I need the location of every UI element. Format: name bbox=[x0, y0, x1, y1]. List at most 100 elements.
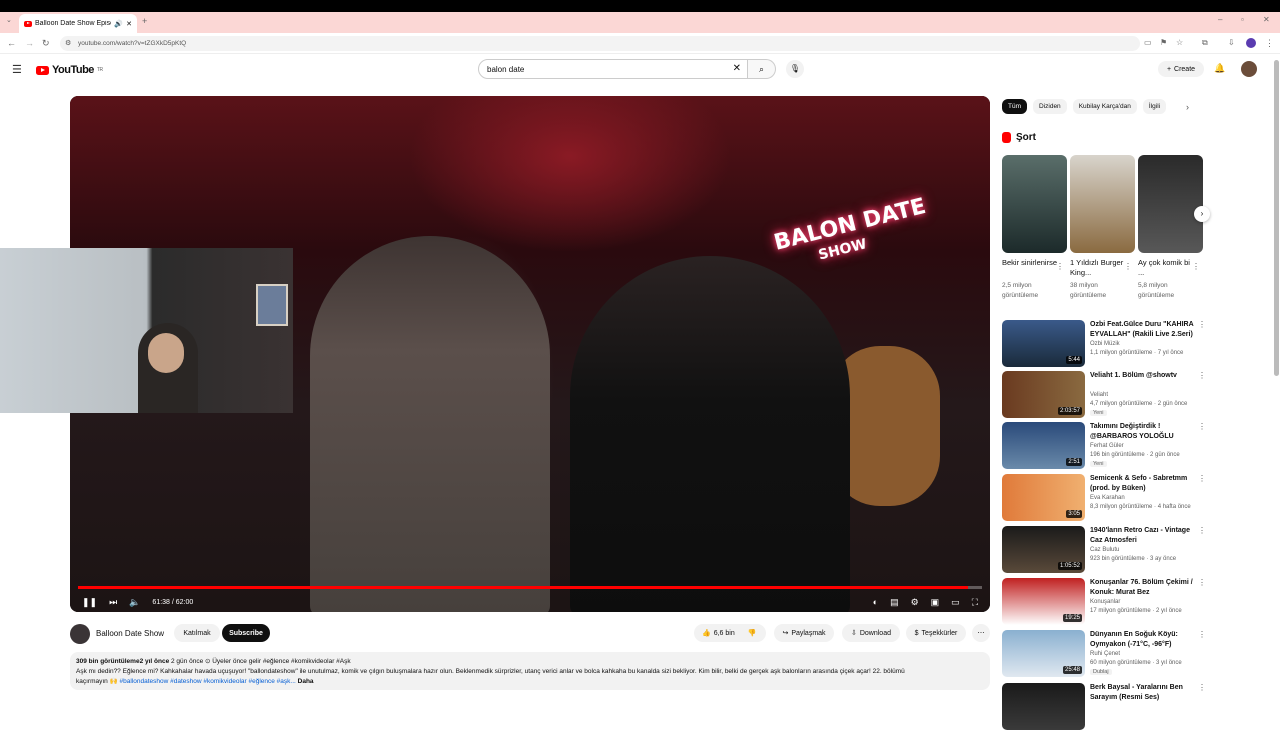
chip-related[interactable]: İlgili bbox=[1142, 99, 1167, 114]
extensions-icon[interactable]: ⧉ bbox=[1202, 38, 1208, 48]
video-menu-icon[interactable]: ⋮ bbox=[1198, 526, 1206, 535]
downloads-icon[interactable]: ⇩ bbox=[1228, 38, 1235, 47]
page-scrollbar[interactable] bbox=[1274, 60, 1279, 376]
theater-mode-icon[interactable]: ▭ bbox=[951, 597, 960, 608]
video-title[interactable]: Semicenk & Sefo - Sabretmm (prod. by Bük… bbox=[1090, 474, 1198, 493]
short-thumbnail[interactable] bbox=[1070, 155, 1135, 253]
video-menu-icon[interactable]: ⋮ bbox=[1198, 630, 1206, 639]
url-field[interactable]: ⚙ youtube.com/watch?v=tZGXkD5pKtQ bbox=[60, 36, 1140, 51]
search-button[interactable]: ⌕ bbox=[748, 59, 776, 79]
more-actions-button[interactable]: ⋯ bbox=[972, 624, 990, 642]
hamburger-menu-icon[interactable]: ☰ bbox=[12, 63, 22, 76]
browser-tab[interactable]: Balloon Date Show Episod 🔊 ✕ bbox=[19, 14, 137, 33]
bookmark-star-icon[interactable]: ☆ bbox=[1176, 38, 1183, 47]
site-info-icon[interactable]: ⚙ bbox=[65, 39, 71, 47]
description-tags[interactable]: #ballondateshow #dateshow #komikvideolar… bbox=[120, 678, 296, 685]
volume-icon[interactable]: 🔈 bbox=[129, 597, 140, 608]
clear-search-icon[interactable]: ✕ bbox=[733, 63, 741, 74]
video-channel[interactable]: Ruhi Çenet bbox=[1090, 651, 1120, 657]
video-title[interactable]: Dünyanın En Soğuk Köyü: Oymyakon (-71°C,… bbox=[1090, 630, 1198, 649]
download-button[interactable]: ⇩ Download bbox=[842, 624, 900, 642]
chip-channel[interactable]: Kubilay Karça'dan bbox=[1072, 99, 1137, 114]
create-button[interactable]: + Create bbox=[1158, 61, 1204, 77]
video-menu-icon[interactable]: ⋮ bbox=[1198, 474, 1206, 483]
recommendation-item[interactable]: 1:05:52 1940'ların Retro Cazı - Vintage C… bbox=[1002, 526, 1212, 574]
short-thumbnail[interactable] bbox=[1138, 155, 1203, 253]
forward-icon[interactable]: → bbox=[25, 38, 34, 48]
video-title[interactable]: Veliaht 1. Bölüm @showtv bbox=[1090, 371, 1198, 381]
short-title[interactable]: Ay çok komik bi ... bbox=[1138, 258, 1198, 278]
recommendation-item[interactable]: 25:48 Dünyanın En Soğuk Köyü: Oymyakon (-… bbox=[1002, 630, 1212, 678]
recommendation-item[interactable]: 2:03:57 Veliaht 1. Bölüm @showtv Veliaht 4,… bbox=[1002, 371, 1212, 419]
video-title[interactable]: Takımını Değiştirdik ! @BARBAROS YOLOĞLU bbox=[1090, 422, 1198, 441]
voice-search-button[interactable]: 🎙 bbox=[786, 60, 804, 78]
join-button[interactable]: Katılmak bbox=[174, 624, 220, 642]
video-channel[interactable]: Ferhat Güler bbox=[1090, 443, 1124, 449]
video-thumbnail[interactable]: 5:44 bbox=[1002, 320, 1085, 367]
profile-avatar[interactable] bbox=[1246, 38, 1256, 48]
dislike-icon[interactable]: 👎 bbox=[748, 629, 757, 637]
progress-bar[interactable] bbox=[78, 586, 982, 589]
chip-next-icon[interactable]: › bbox=[1186, 102, 1189, 112]
recommendation-item[interactable]: Berk Baysal - Yaralarını Ben Sarayım (Re… bbox=[1002, 683, 1212, 731]
video-menu-icon[interactable]: ⋮ bbox=[1198, 683, 1206, 692]
settings-gear-icon[interactable]: ⚙ bbox=[911, 597, 919, 608]
recommendation-item[interactable]: 3:05 Semicenk & Sefo - Sabretmm (prod. by… bbox=[1002, 474, 1212, 522]
video-thumbnail[interactable]: 1:05:52 bbox=[1002, 526, 1085, 573]
like-dislike-button[interactable]: 👍 6,6 bin 👎 bbox=[694, 624, 766, 642]
translate-icon[interactable]: ⚑ bbox=[1160, 38, 1167, 47]
video-channel[interactable]: Eva Karahan bbox=[1090, 495, 1125, 501]
tab-list-icon[interactable]: ⌄ bbox=[6, 16, 12, 24]
short-thumbnail[interactable] bbox=[1002, 155, 1067, 253]
search-input[interactable]: balon date ✕ bbox=[478, 59, 748, 79]
short-menu-icon[interactable]: ⋮ bbox=[1192, 262, 1200, 271]
video-title[interactable]: 1940'ların Retro Cazı - Vintage Caz Atmo… bbox=[1090, 526, 1198, 545]
channel-avatar[interactable] bbox=[70, 624, 90, 644]
short-menu-icon[interactable]: ⋮ bbox=[1056, 262, 1064, 271]
close-tab-icon[interactable]: ✕ bbox=[126, 20, 132, 28]
short-title[interactable]: 1 Yıldızlı Burger King... bbox=[1070, 258, 1130, 278]
recommendation-item[interactable]: 5:44 Ozbi Feat.Gülce Duru "KAHIRA EYVALLA… bbox=[1002, 320, 1212, 368]
video-menu-icon[interactable]: ⋮ bbox=[1198, 371, 1206, 380]
video-thumbnail[interactable]: 3:05 bbox=[1002, 474, 1085, 521]
video-channel[interactable]: Veliaht bbox=[1090, 392, 1108, 398]
recommendation-item[interactable]: 2:51 Takımını Değiştirdik ! @BARBAROS YOL… bbox=[1002, 422, 1212, 470]
video-thumbnail[interactable]: 19:25 bbox=[1002, 578, 1085, 625]
reload-icon[interactable]: ↻ bbox=[42, 38, 50, 49]
chip-all[interactable]: Tüm bbox=[1002, 99, 1027, 114]
video-channel[interactable]: Konuşanlar bbox=[1090, 599, 1120, 605]
video-channel[interactable]: Ozbi Müzik bbox=[1090, 341, 1120, 347]
thanks-button[interactable]: $ Teşekkürler bbox=[906, 624, 966, 642]
video-title[interactable]: Konuşanlar 76. Bölüm Çekimi / Konuk: Mur… bbox=[1090, 578, 1198, 597]
video-menu-icon[interactable]: ⋮ bbox=[1198, 578, 1206, 587]
video-title[interactable]: Berk Baysal - Yaralarını Ben Sarayım (Re… bbox=[1090, 683, 1198, 702]
video-thumbnail[interactable]: 25:48 bbox=[1002, 630, 1085, 677]
video-thumbnail[interactable]: 2:03:57 bbox=[1002, 371, 1085, 418]
next-icon[interactable]: ⏭ bbox=[109, 597, 117, 608]
fullscreen-icon[interactable]: ⛶ bbox=[972, 597, 978, 608]
recommendation-item[interactable]: 19:25 Konuşanlar 76. Bölüm Çekimi / Konuk… bbox=[1002, 578, 1212, 626]
back-icon[interactable]: ← bbox=[7, 38, 16, 48]
description-box[interactable]: 309 bin görüntüleme2 yıl önce 2 gün önce… bbox=[70, 652, 990, 690]
subtitles-icon[interactable]: ▤ bbox=[890, 597, 899, 608]
chip-series[interactable]: Diziden bbox=[1033, 99, 1067, 114]
autoplay-toggle-icon[interactable]: ◐ bbox=[873, 597, 878, 607]
video-channel[interactable]: Caz Bulutu bbox=[1090, 547, 1119, 553]
maximize-icon[interactable]: ▫ bbox=[1241, 15, 1244, 24]
browser-menu-icon[interactable]: ⋮ bbox=[1265, 38, 1274, 49]
video-title[interactable]: Ozbi Feat.Gülce Duru "KAHIRA EYVALLAH" (… bbox=[1090, 320, 1198, 339]
minimize-icon[interactable]: – bbox=[1218, 15, 1222, 24]
short-title[interactable]: Bekir sinirlenirse bbox=[1002, 258, 1062, 268]
notifications-bell-icon[interactable]: 🔔 bbox=[1214, 63, 1225, 74]
shorts-next-icon[interactable]: › bbox=[1194, 206, 1210, 222]
show-more-link[interactable]: Daha bbox=[298, 678, 314, 685]
video-menu-icon[interactable]: ⋮ bbox=[1198, 422, 1206, 431]
miniplayer-icon[interactable]: ▣ bbox=[931, 597, 940, 608]
video-thumbnail[interactable] bbox=[1002, 683, 1085, 730]
pause-icon[interactable]: ❚❚ bbox=[82, 597, 97, 608]
video-thumbnail[interactable]: 2:51 bbox=[1002, 422, 1085, 469]
subscribe-button[interactable]: Subscribe bbox=[222, 624, 270, 642]
short-menu-icon[interactable]: ⋮ bbox=[1124, 262, 1132, 271]
close-window-icon[interactable]: ✕ bbox=[1263, 15, 1270, 24]
new-tab-icon[interactable]: + bbox=[142, 16, 147, 26]
